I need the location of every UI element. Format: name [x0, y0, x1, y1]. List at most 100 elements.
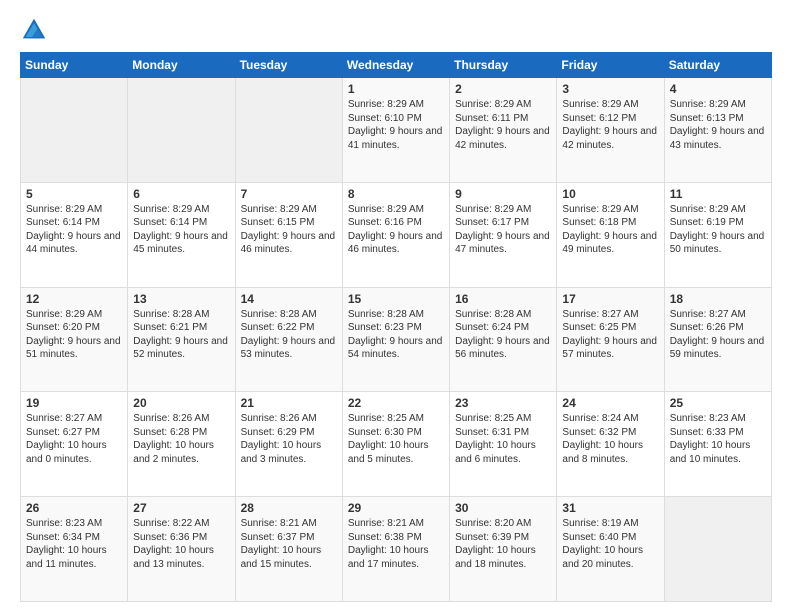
- logo-icon: [20, 16, 48, 44]
- day-number: 1: [348, 82, 444, 96]
- calendar-cell: 10 Sunrise: 8:29 AM Sunset: 6:18 PM Dayli…: [557, 182, 664, 287]
- calendar-cell: [21, 78, 128, 183]
- week-row-4: 19 Sunrise: 8:27 AM Sunset: 6:27 PM Dayli…: [21, 392, 772, 497]
- day-number: 11: [670, 187, 766, 201]
- header: [20, 16, 772, 44]
- cell-info: Sunrise: 8:29 AM Sunset: 6:15 PM Dayligh…: [241, 203, 337, 257]
- logo: [20, 16, 50, 44]
- calendar-table: Sunday Monday Tuesday Wednesday Thursday…: [20, 52, 772, 602]
- cell-info: Sunrise: 8:23 AM Sunset: 6:34 PM Dayligh…: [26, 517, 122, 571]
- week-row-5: 26 Sunrise: 8:23 AM Sunset: 6:34 PM Dayli…: [21, 497, 772, 602]
- cell-info: Sunrise: 8:29 AM Sunset: 6:14 PM Dayligh…: [26, 203, 122, 257]
- day-number: 12: [26, 292, 122, 306]
- calendar-cell: 7 Sunrise: 8:29 AM Sunset: 6:15 PM Daylig…: [235, 182, 342, 287]
- calendar-cell: 5 Sunrise: 8:29 AM Sunset: 6:14 PM Daylig…: [21, 182, 128, 287]
- day-number: 26: [26, 501, 122, 515]
- calendar-cell: 20 Sunrise: 8:26 AM Sunset: 6:28 PM Dayli…: [128, 392, 235, 497]
- day-number: 5: [26, 187, 122, 201]
- calendar-cell: 28Sunrise: 8:21 AM Sunset: 6:37 PM Dayli…: [235, 497, 342, 602]
- cell-info: Sunrise: 8:29 AM Sunset: 6:17 PM Dayligh…: [455, 203, 551, 257]
- col-friday: Friday: [557, 53, 664, 78]
- calendar-cell: 21Sunrise: 8:26 AM Sunset: 6:29 PM Dayli…: [235, 392, 342, 497]
- page: Sunday Monday Tuesday Wednesday Thursday…: [0, 0, 792, 612]
- cell-info: Sunrise: 8:25 AM Sunset: 6:31 PM Dayligh…: [455, 412, 551, 466]
- day-number: 10: [562, 187, 658, 201]
- col-sunday: Sunday: [21, 53, 128, 78]
- cell-info: Sunrise: 8:28 AM Sunset: 6:21 PM Dayligh…: [133, 308, 229, 362]
- cell-info: Sunrise: 8:29 AM Sunset: 6:12 PM Dayligh…: [562, 98, 658, 152]
- day-number: 16: [455, 292, 551, 306]
- calendar-cell: [664, 497, 771, 602]
- day-number: 17: [562, 292, 658, 306]
- cell-info: Sunrise: 8:26 AM Sunset: 6:28 PM Dayligh…: [133, 412, 229, 466]
- cell-info: Sunrise: 8:29 AM Sunset: 6:19 PM Dayligh…: [670, 203, 766, 257]
- calendar-cell: 31 Sunrise: 8:19 AM Sunset: 6:40 PM Dayli…: [557, 497, 664, 602]
- day-number: 3: [562, 82, 658, 96]
- day-number: 9: [455, 187, 551, 201]
- calendar-header: Sunday Monday Tuesday Wednesday Thursday…: [21, 53, 772, 78]
- day-number: 29: [348, 501, 444, 515]
- calendar-body: 1 Sunrise: 8:29 AM Sunset: 6:10 PM Daylig…: [21, 78, 772, 602]
- day-number: 22: [348, 396, 444, 410]
- cell-info: Sunrise: 8:26 AM Sunset: 6:29 PM Dayligh…: [241, 412, 337, 466]
- calendar-cell: 29 Sunrise: 8:21 AM Sunset: 6:38 PM Dayli…: [342, 497, 449, 602]
- calendar-cell: 27 Sunrise: 8:22 AM Sunset: 6:36 PM Dayli…: [128, 497, 235, 602]
- day-number: 7: [241, 187, 337, 201]
- cell-info: Sunrise: 8:29 AM Sunset: 6:11 PM Dayligh…: [455, 98, 551, 152]
- calendar-cell: 23 Sunrise: 8:25 AM Sunset: 6:31 PM Dayli…: [450, 392, 557, 497]
- calendar-cell: 8 Sunrise: 8:29 AM Sunset: 6:16 PM Daylig…: [342, 182, 449, 287]
- cell-info: Sunrise: 8:29 AM Sunset: 6:16 PM Dayligh…: [348, 203, 444, 257]
- cell-info: Sunrise: 8:29 AM Sunset: 6:18 PM Dayligh…: [562, 203, 658, 257]
- calendar-cell: 13 Sunrise: 8:28 AM Sunset: 6:21 PM Dayli…: [128, 287, 235, 392]
- calendar-cell: 1 Sunrise: 8:29 AM Sunset: 6:10 PM Daylig…: [342, 78, 449, 183]
- day-number: 20: [133, 396, 229, 410]
- calendar-cell: 30Sunrise: 8:20 AM Sunset: 6:39 PM Dayli…: [450, 497, 557, 602]
- day-number: 8: [348, 187, 444, 201]
- cell-info: Sunrise: 8:22 AM Sunset: 6:36 PM Dayligh…: [133, 517, 229, 571]
- day-number: 19: [26, 396, 122, 410]
- cell-info: Sunrise: 8:23 AM Sunset: 6:33 PM Dayligh…: [670, 412, 766, 466]
- calendar-cell: 22 Sunrise: 8:25 AM Sunset: 6:30 PM Dayli…: [342, 392, 449, 497]
- calendar-cell: 2 Sunrise: 8:29 AM Sunset: 6:11 PM Daylig…: [450, 78, 557, 183]
- day-number: 15: [348, 292, 444, 306]
- week-row-3: 12 Sunrise: 8:29 AM Sunset: 6:20 PM Dayli…: [21, 287, 772, 392]
- day-number: 13: [133, 292, 229, 306]
- day-number: 31: [562, 501, 658, 515]
- day-number: 2: [455, 82, 551, 96]
- calendar-cell: 4Sunrise: 8:29 AM Sunset: 6:13 PM Daylig…: [664, 78, 771, 183]
- day-number: 6: [133, 187, 229, 201]
- cell-info: Sunrise: 8:25 AM Sunset: 6:30 PM Dayligh…: [348, 412, 444, 466]
- cell-info: Sunrise: 8:27 AM Sunset: 6:25 PM Dayligh…: [562, 308, 658, 362]
- cell-info: Sunrise: 8:19 AM Sunset: 6:40 PM Dayligh…: [562, 517, 658, 571]
- calendar-cell: 16Sunrise: 8:28 AM Sunset: 6:24 PM Dayli…: [450, 287, 557, 392]
- col-thursday: Thursday: [450, 53, 557, 78]
- cell-info: Sunrise: 8:24 AM Sunset: 6:32 PM Dayligh…: [562, 412, 658, 466]
- calendar-cell: [128, 78, 235, 183]
- day-number: 14: [241, 292, 337, 306]
- day-number: 18: [670, 292, 766, 306]
- cell-info: Sunrise: 8:21 AM Sunset: 6:38 PM Dayligh…: [348, 517, 444, 571]
- calendar-cell: 25 Sunrise: 8:23 AM Sunset: 6:33 PM Dayli…: [664, 392, 771, 497]
- cell-info: Sunrise: 8:29 AM Sunset: 6:20 PM Dayligh…: [26, 308, 122, 362]
- calendar-cell: 3 Sunrise: 8:29 AM Sunset: 6:12 PM Daylig…: [557, 78, 664, 183]
- calendar-cell: 9 Sunrise: 8:29 AM Sunset: 6:17 PM Daylig…: [450, 182, 557, 287]
- cell-info: Sunrise: 8:29 AM Sunset: 6:10 PM Dayligh…: [348, 98, 444, 152]
- week-row-1: 1 Sunrise: 8:29 AM Sunset: 6:10 PM Daylig…: [21, 78, 772, 183]
- calendar-cell: [235, 78, 342, 183]
- calendar-cell: 15Sunrise: 8:28 AM Sunset: 6:23 PM Dayli…: [342, 287, 449, 392]
- calendar-cell: 26 Sunrise: 8:23 AM Sunset: 6:34 PM Dayli…: [21, 497, 128, 602]
- col-monday: Monday: [128, 53, 235, 78]
- day-number: 30: [455, 501, 551, 515]
- calendar-cell: 24Sunrise: 8:24 AM Sunset: 6:32 PM Dayli…: [557, 392, 664, 497]
- cell-info: Sunrise: 8:29 AM Sunset: 6:14 PM Dayligh…: [133, 203, 229, 257]
- week-row-2: 5 Sunrise: 8:29 AM Sunset: 6:14 PM Daylig…: [21, 182, 772, 287]
- day-number: 23: [455, 396, 551, 410]
- cell-info: Sunrise: 8:27 AM Sunset: 6:27 PM Dayligh…: [26, 412, 122, 466]
- day-number: 25: [670, 396, 766, 410]
- calendar-cell: 18Sunrise: 8:27 AM Sunset: 6:26 PM Dayli…: [664, 287, 771, 392]
- day-number: 27: [133, 501, 229, 515]
- col-tuesday: Tuesday: [235, 53, 342, 78]
- day-number: 4: [670, 82, 766, 96]
- col-wednesday: Wednesday: [342, 53, 449, 78]
- calendar-cell: 19 Sunrise: 8:27 AM Sunset: 6:27 PM Dayli…: [21, 392, 128, 497]
